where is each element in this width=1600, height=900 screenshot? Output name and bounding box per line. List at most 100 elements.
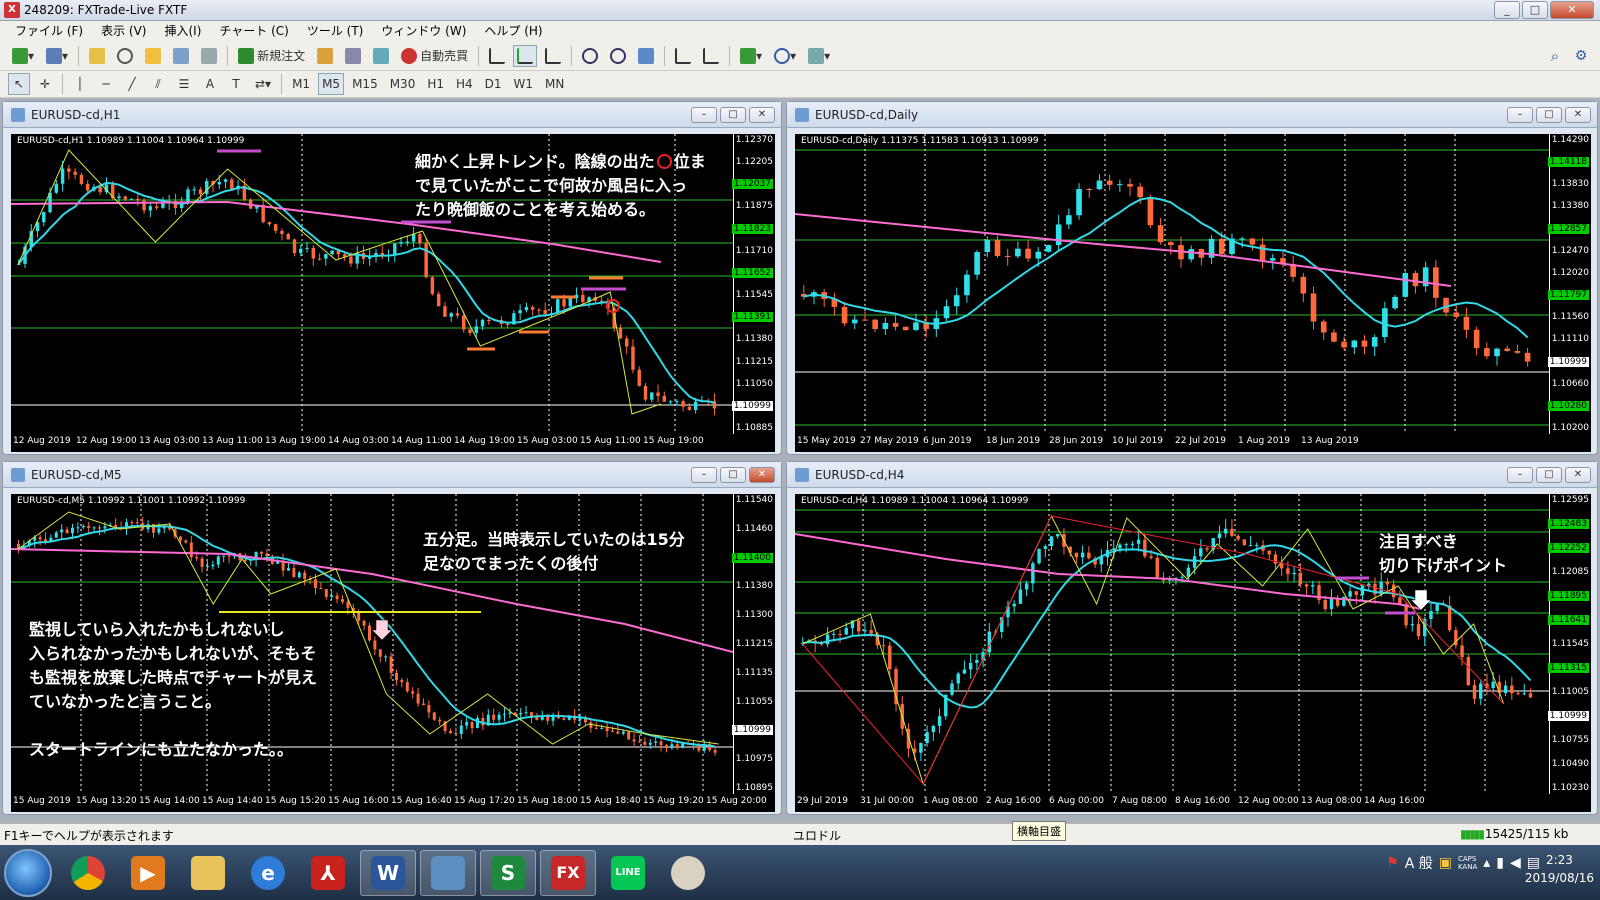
taskbar-app-explorer[interactable] [180,850,236,896]
signals-button[interactable] [341,45,365,67]
chart-window-titlebar[interactable]: EURUSD-cd,H4 [787,462,1597,488]
price-axis[interactable]: 1.12370 1.12205 1.12037 1.11875 1.11823 1.117… [731,134,775,434]
chart-maximize-button[interactable]: □ [720,467,746,483]
chart-minimize-button[interactable]: – [691,467,717,483]
zoom-out-button[interactable] [606,45,630,67]
tf-h1-button[interactable]: H1 [423,73,448,95]
menu-tools[interactable]: ツール (T) [298,21,373,41]
autoscroll-button[interactable] [699,45,723,67]
data-window-button[interactable] [113,45,137,67]
chart-close-button[interactable]: ✕ [749,467,775,483]
zoom-in-button[interactable] [578,45,602,67]
menu-charts[interactable]: チャート (C) [210,21,297,41]
chart-minimize-button[interactable]: – [691,107,717,123]
tf-h4-button[interactable]: H4 [452,73,477,95]
chart-window-titlebar[interactable]: EURUSD-cd,H1 [3,102,781,128]
line-chart-button[interactable] [541,45,565,67]
chart-close-button[interactable]: ✕ [749,107,775,123]
taskbar-app-media[interactable]: ▶ [120,850,176,896]
tile-windows-button[interactable] [634,45,658,67]
network-icon[interactable]: ▮ [1496,855,1504,871]
tf-m1-button[interactable]: M1 [288,73,314,95]
tray-expand-icon[interactable]: ▴ [1483,855,1490,871]
fibonacci-button[interactable]: ☰ [173,73,195,95]
maximize-button[interactable]: □ [1522,1,1548,19]
menu-file[interactable]: ファイル (F) [6,21,92,41]
price-axis[interactable]: 1.14290 1.14118 1.13830 1.13380 1.12857 1.124… [1547,134,1591,434]
tf-m5-button[interactable]: M5 [318,73,345,95]
taskbar-app-word[interactable]: W [360,849,416,896]
taskbar-app-mt4[interactable]: FX [540,849,596,896]
menu-help[interactable]: ヘルプ (H) [475,21,551,41]
arrows-button[interactable]: ⇄▾ [251,73,275,95]
tf-w1-button[interactable]: W1 [510,73,538,95]
metaeditor-button[interactable] [313,45,337,67]
search-button[interactable]: ⌕ [1544,45,1566,67]
taskbar-app-pdf[interactable]: ⅄ [300,850,356,896]
chart-plot-area[interactable]: EURUSD-cd,H1 1.10989 1.11004 1.10964 1.1… [11,134,775,452]
ime-tools-icon[interactable]: ▣ [1439,855,1452,871]
auto-trade-button[interactable]: 自動売買 [397,45,472,67]
price-axis[interactable]: 1.12595 1.12483 1.12252 1.12085 1.11895 1.116… [1547,494,1591,794]
chart-plot-area[interactable]: EURUSD-cd,H4 1.10989 1.11004 1.10964 1.1… [795,494,1591,812]
ime-indicator[interactable]: A 般 [1405,853,1433,873]
flag-icon[interactable]: ⚑ [1386,855,1399,871]
bar-chart-button[interactable] [485,45,509,67]
menu-view[interactable]: 表示 (V) [92,21,155,41]
chart-window-titlebar[interactable]: EURUSD-cd,M5 [3,462,781,488]
chart-minimize-button[interactable]: – [1507,107,1533,123]
volume-icon[interactable]: ◀ [1510,855,1521,871]
chart-shift-button[interactable] [671,45,695,67]
community-button[interactable]: ⚙ [1570,45,1592,67]
chart-maximize-button[interactable]: □ [1536,467,1562,483]
taskbar-app-ie[interactable]: e [240,850,296,896]
vertical-line-button[interactable]: │ [69,73,91,95]
chart-window-daily[interactable]: EURUSD-cd,Daily – □ ✕ EURUSD-cd,Daily 1.11… [786,101,1598,455]
menu-insert[interactable]: 挿入(I) [155,21,210,41]
text-button[interactable]: A [199,73,221,95]
tf-m30-button[interactable]: M30 [386,73,420,95]
time-axis[interactable]: 29 Jul 2019 31 Jul 00:00 1 Aug 08:00 2 Aug … [795,794,1591,810]
chart-window-h4[interactable]: EURUSD-cd,H4 – □ ✕ EURUSD-cd,H4 1.10989 1.… [786,461,1598,815]
start-button[interactable] [4,848,52,897]
time-axis[interactable]: 15 May 2019 27 May 2019 6 Jun 2019 18 Jun 2… [795,434,1591,450]
terminal-button[interactable] [169,45,193,67]
tf-d1-button[interactable]: D1 [481,73,506,95]
chart-window-m5[interactable]: EURUSD-cd,M5 – □ ✕ EURUSD-cd,M5 1.10992 1.… [2,461,782,815]
price-axis[interactable]: 1.11540 1.11460 1.11400 1.11380 1.11300 1.112… [731,494,775,794]
candlestick-button[interactable] [513,44,538,67]
taskbar-clock[interactable]: 2:23 2019/08/16 [1525,851,1594,887]
periods-button[interactable]: ▾ [770,45,800,67]
tf-m15-button[interactable]: M15 [348,73,382,95]
market-button[interactable] [369,45,393,67]
text-label-button[interactable]: T [225,73,247,95]
taskbar-app-chrome[interactable] [60,850,116,896]
new-order-button[interactable]: 新規注文 [234,45,309,67]
chart-maximize-button[interactable]: □ [720,107,746,123]
taskbar-app-line[interactable]: LINE [600,850,656,896]
chart-minimize-button[interactable]: – [1507,467,1533,483]
profiles-button[interactable]: ▾ [42,45,72,67]
tf-mn-button[interactable]: MN [541,73,568,95]
market-watch-button[interactable] [85,45,109,67]
trendline-button[interactable]: ╱ [121,73,143,95]
chart-window-h1[interactable]: EURUSD-cd,H1 – □ ✕ EURUSD-cd,H1 1.10989 1.… [2,101,782,455]
taskbar-app-excel[interactable]: S [480,849,536,896]
chart-window-titlebar[interactable]: EURUSD-cd,Daily [787,102,1597,128]
tester-button[interactable] [197,45,221,67]
time-axis[interactable]: 15 Aug 2019 15 Aug 13:20 15 Aug 14:00 15 Au… [11,794,775,810]
chart-maximize-button[interactable]: □ [1536,107,1562,123]
taskbar-app-paint[interactable] [660,850,716,896]
horizontal-line-button[interactable]: ─ [95,73,117,95]
chart-close-button[interactable]: ✕ [1565,107,1591,123]
channel-button[interactable]: ⫽ [147,73,169,95]
chart-plot-area[interactable]: EURUSD-cd,M5 1.10992 1.11001 1.10992 1.1… [11,494,775,812]
time-axis[interactable]: 12 Aug 2019 12 Aug 19:00 13 Aug 03:00 13 Au… [11,434,775,450]
crosshair-button[interactable]: ✛ [34,73,56,95]
chart-plot-area[interactable]: EURUSD-cd,Daily 1.11375 1.11583 1.10913 … [795,134,1591,452]
menu-window[interactable]: ウィンドウ (W) [372,21,475,41]
new-chart-button[interactable]: ▾ [8,45,38,67]
indicators-button[interactable]: ▾ [736,45,766,67]
price-chart[interactable] [795,134,1549,434]
chart-close-button[interactable]: ✕ [1565,467,1591,483]
